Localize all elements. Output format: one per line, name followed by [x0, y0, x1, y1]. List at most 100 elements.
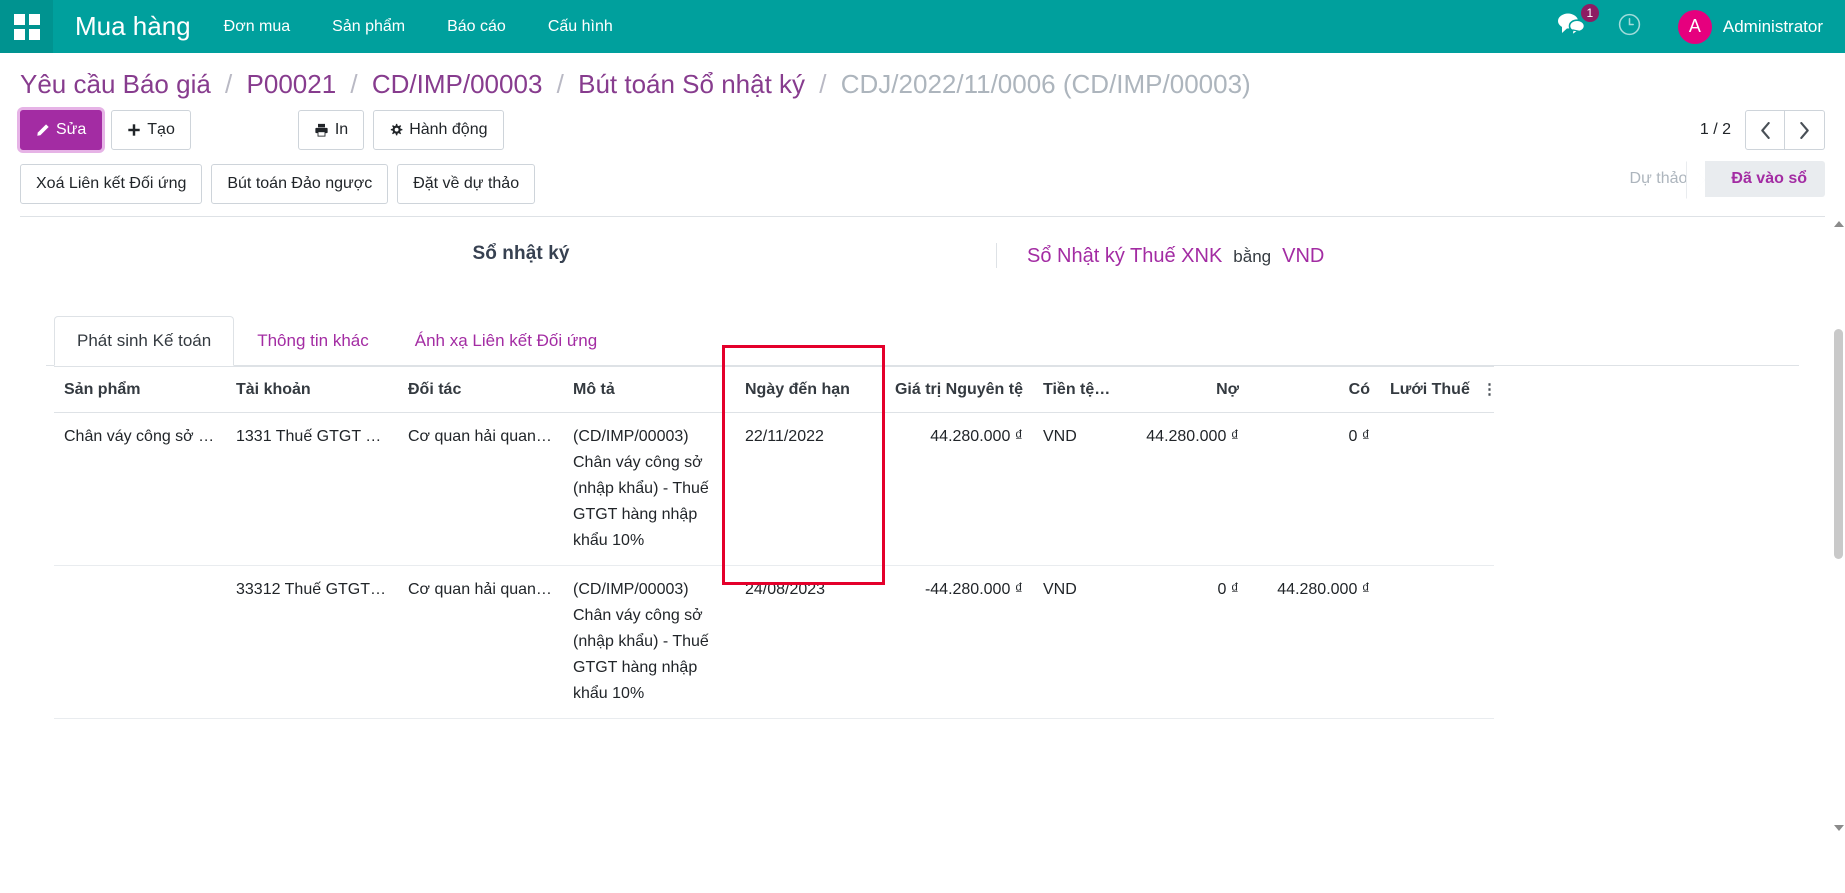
action-button[interactable]: Hành động	[373, 110, 503, 150]
breadcrumb-item-rfq[interactable]: Yêu cầu Báo giá	[20, 69, 211, 99]
breadcrumb-separator: /	[350, 69, 357, 99]
cell-debit[interactable]: 44.280.000 ₫	[1114, 413, 1249, 566]
user-menu[interactable]: A Administrator	[1678, 10, 1823, 44]
column-header-tax-grid[interactable]: Lưới Thuế	[1380, 367, 1472, 413]
column-header-debit[interactable]: Nợ	[1114, 367, 1249, 413]
cell-account[interactable]: 1331 Thuế GTGT …	[226, 413, 398, 566]
menu-item-purchase-orders[interactable]: Đơn mua	[203, 0, 312, 53]
print-button-label: In	[335, 122, 348, 138]
cell-tax-grid[interactable]	[1380, 413, 1472, 566]
breadcrumb-item-cd-imp-00003[interactable]: CD/IMP/00003	[372, 69, 543, 99]
avatar: A	[1678, 10, 1712, 44]
statusbar-button-row: Xoá Liên kết Đối ứng Bút toán Đảo ngược …	[20, 160, 1825, 217]
currency-value[interactable]: VND	[1282, 245, 1324, 268]
breadcrumb-item-journal-entry[interactable]: Bút toán Sổ nhật ký	[578, 69, 805, 99]
notebook-tabs: Phát sinh Kế toán Thông tin khác Ánh xạ …	[46, 316, 1799, 366]
cell-due-date[interactable]: 22/11/2022	[735, 413, 873, 566]
form-sheet: Sổ nhật ký Sổ Nhật ký Thuế XNK bằng VND …	[0, 217, 1845, 719]
journal-items-table-wrap: Sản phẩm Tài khoản Đối tác Mô tả Ngày đế…	[46, 366, 1799, 719]
menu-item-products[interactable]: Sản phẩm	[311, 0, 426, 53]
cell-product[interactable]	[54, 566, 226, 719]
cell-amount-currency[interactable]: -44.280.000 ₫	[873, 566, 1033, 719]
cell-amount-currency[interactable]: 44.280.000 ₫	[873, 413, 1033, 566]
remove-reconciliation-button[interactable]: Xoá Liên kết Đối ứng	[20, 164, 202, 204]
pager-next-button[interactable]	[1785, 110, 1825, 150]
scrollbar-thumb[interactable]	[1834, 329, 1843, 559]
cell-tax-grid[interactable]	[1380, 566, 1472, 719]
cell-currency[interactable]: VND	[1033, 566, 1114, 719]
cell-partner[interactable]: Cơ quan hải quan …	[398, 566, 563, 719]
utility-buttons: In Hành động	[298, 110, 504, 150]
menu-item-reporting[interactable]: Báo cáo	[426, 0, 527, 53]
vertical-scrollbar[interactable]	[1832, 217, 1845, 835]
menu-item-configuration[interactable]: Cấu hình	[527, 0, 634, 53]
column-header-amount-currency[interactable]: Giá trị Nguyên tệ	[873, 367, 1033, 413]
tab-accounting-entries[interactable]: Phát sinh Kế toán	[54, 316, 234, 366]
column-header-due-date[interactable]: Ngày đến hạn	[735, 367, 873, 413]
cell-credit[interactable]: 44.280.000 ₫	[1249, 566, 1380, 719]
printer-icon	[314, 123, 329, 137]
tab-reconciliation-mapping[interactable]: Ánh xạ Liên kết Đối ứng	[392, 316, 620, 366]
column-header-account[interactable]: Tài khoản	[226, 367, 398, 413]
breadcrumb-item-p00021[interactable]: P00021	[247, 69, 337, 99]
reset-to-draft-button[interactable]: Đặt về dự thảo	[397, 164, 535, 204]
apps-menu-button[interactable]	[0, 0, 53, 53]
journal-label: Sổ nhật ký	[472, 243, 569, 264]
pager-counter: 1 / 2	[1700, 121, 1731, 139]
user-name-label: Administrator	[1723, 17, 1823, 37]
top-navbar: Mua hàng Đơn mua Sản phẩm Báo cáo Cấu hì…	[0, 0, 1845, 53]
scroll-down-arrow-icon[interactable]	[1834, 825, 1844, 831]
cell-currency[interactable]: VND	[1033, 413, 1114, 566]
breadcrumb-separator: /	[819, 69, 826, 99]
chevron-right-icon	[1799, 122, 1810, 139]
edit-button[interactable]: Sửa	[20, 110, 102, 150]
status-badge-posted[interactable]: Đã vào sổ	[1705, 161, 1825, 197]
journal-value-wrap: Sổ Nhật ký Thuế XNK bằng VND	[996, 243, 1324, 268]
column-header-partner[interactable]: Đối tác	[398, 367, 563, 413]
control-panel: Yêu cầu Báo giá / P00021 / CD/IMP/00003 …	[0, 53, 1845, 217]
cell-description[interactable]: (CD/IMP/00003) Chân váy công sở (nhập kh…	[563, 566, 735, 719]
pager-previous-button[interactable]	[1745, 110, 1785, 150]
app-brand[interactable]: Mua hàng	[53, 11, 203, 42]
column-header-currency[interactable]: Tiền tệ…	[1033, 367, 1114, 413]
column-header-credit[interactable]: Có	[1249, 367, 1380, 413]
tab-other-info[interactable]: Thông tin khác	[234, 316, 392, 366]
vertical-dots-icon[interactable]: ⋮	[1482, 381, 1494, 398]
create-button[interactable]: Tạo	[111, 110, 191, 150]
table-row[interactable]: 33312 Thuế GTGT… Cơ quan hải quan … (CD/…	[54, 566, 1494, 719]
record-buttons: Sửa Tạo	[20, 110, 191, 150]
column-header-product[interactable]: Sản phẩm	[54, 367, 226, 413]
cell-account[interactable]: 33312 Thuế GTGT…	[226, 566, 398, 719]
messages-button[interactable]: 1	[1557, 12, 1587, 41]
main-menu: Đơn mua Sản phẩm Báo cáo Cấu hình	[203, 0, 634, 53]
journal-name-value[interactable]: Sổ Nhật ký Thuế XNK	[1027, 245, 1222, 268]
scroll-up-arrow-icon[interactable]	[1834, 221, 1844, 227]
column-options-header: ⋮	[1472, 367, 1494, 413]
cell-due-date[interactable]: 24/08/2023	[735, 566, 873, 719]
table-row[interactable]: Chân váy công sở … 1331 Thuế GTGT … Cơ q…	[54, 413, 1494, 566]
cell-credit[interactable]: 0 ₫	[1249, 413, 1380, 566]
currency-prefix-label: bằng	[1233, 247, 1271, 267]
gear-icon	[389, 123, 403, 137]
record-pager: 1 / 2	[1700, 110, 1825, 150]
journal-items-table: Sản phẩm Tài khoản Đối tác Mô tả Ngày đế…	[54, 366, 1494, 719]
edit-button-label: Sửa	[56, 122, 86, 138]
reverse-entry-button[interactable]: Bút toán Đảo ngược	[211, 164, 388, 204]
cell-debit[interactable]: 0 ₫	[1114, 566, 1249, 719]
primary-button-row: Sửa Tạo In	[20, 104, 1825, 160]
print-button[interactable]: In	[298, 110, 364, 150]
status-bar: Dự thảo Đã vào sổ	[1604, 160, 1825, 198]
activities-button[interactable]	[1617, 12, 1642, 42]
breadcrumb-separator: /	[225, 69, 232, 99]
cell-description[interactable]: (CD/IMP/00003) Chân váy công sở (nhập kh…	[563, 413, 735, 566]
pencil-icon	[36, 123, 50, 137]
cell-options	[1472, 413, 1494, 566]
cell-partner[interactable]: Cơ quan hải quan …	[398, 413, 563, 566]
cell-product[interactable]: Chân váy công sở …	[54, 413, 226, 566]
clock-icon	[1617, 12, 1642, 37]
chevron-left-icon	[1760, 122, 1771, 139]
cell-options	[1472, 566, 1494, 719]
breadcrumb: Yêu cầu Báo giá / P00021 / CD/IMP/00003 …	[20, 53, 1825, 104]
column-header-description[interactable]: Mô tả	[563, 367, 735, 413]
journal-label-wrap: Sổ nhật ký	[46, 243, 996, 265]
